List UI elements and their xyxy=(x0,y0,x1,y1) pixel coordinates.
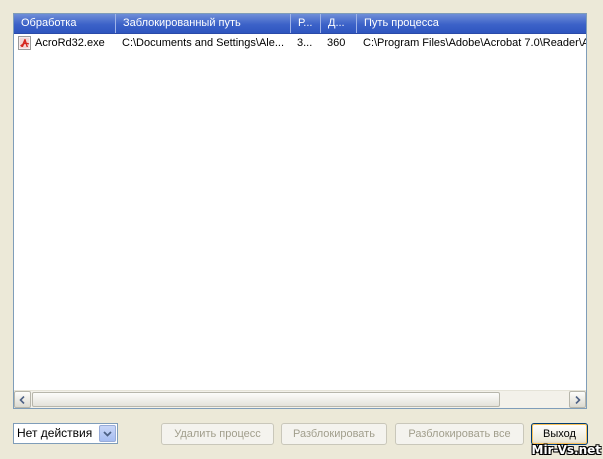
watermark: Mir-Vs.net xyxy=(531,443,602,457)
table-row[interactable]: AcroRd32.exe C:\Documents and Settings\A… xyxy=(14,34,586,52)
cell-locked-path: C:\Documents and Settings\Ale... xyxy=(122,37,285,49)
exit-button[interactable]: Выход xyxy=(531,423,588,445)
column-header-process-path[interactable]: Путь процесса xyxy=(357,14,586,33)
unlock-all-button[interactable]: Разблокировать все xyxy=(395,423,524,445)
delete-process-button[interactable]: Удалить процесс xyxy=(161,423,274,445)
horizontal-scrollbar[interactable] xyxy=(14,390,586,408)
dropdown-button[interactable] xyxy=(99,425,116,442)
process-name: AcroRd32.exe xyxy=(35,37,105,49)
pdf-icon xyxy=(18,36,31,50)
action-select[interactable]: Нет действия xyxy=(13,423,118,444)
list-header: Обработка Заблокированный путь Р... Д...… xyxy=(14,14,586,34)
cell-process-path: C:\Program Files\Adobe\Acrobat 7.0\Reade… xyxy=(363,37,586,49)
cell-pid: 3... xyxy=(297,37,313,49)
scroll-right-button[interactable] xyxy=(569,391,586,408)
column-header-locked-path[interactable]: Заблокированный путь xyxy=(116,14,291,33)
cell-process: AcroRd32.exe xyxy=(14,34,116,52)
scroll-left-button[interactable] xyxy=(14,391,31,408)
chevron-right-icon xyxy=(575,395,581,404)
column-header-process[interactable]: Обработка xyxy=(14,14,116,33)
chevron-left-icon xyxy=(19,395,25,404)
chevron-down-icon xyxy=(103,430,112,437)
locked-files-list[interactable]: Обработка Заблокированный путь Р... Д...… xyxy=(13,13,587,409)
column-header-handle[interactable]: Д... xyxy=(321,14,357,33)
scroll-thumb[interactable] xyxy=(32,392,500,407)
cell-handle: 360 xyxy=(327,37,346,49)
unlock-button[interactable]: Разблокировать xyxy=(281,423,387,445)
column-header-pid[interactable]: Р... xyxy=(291,14,321,33)
action-select-value: Нет действия xyxy=(17,426,93,440)
